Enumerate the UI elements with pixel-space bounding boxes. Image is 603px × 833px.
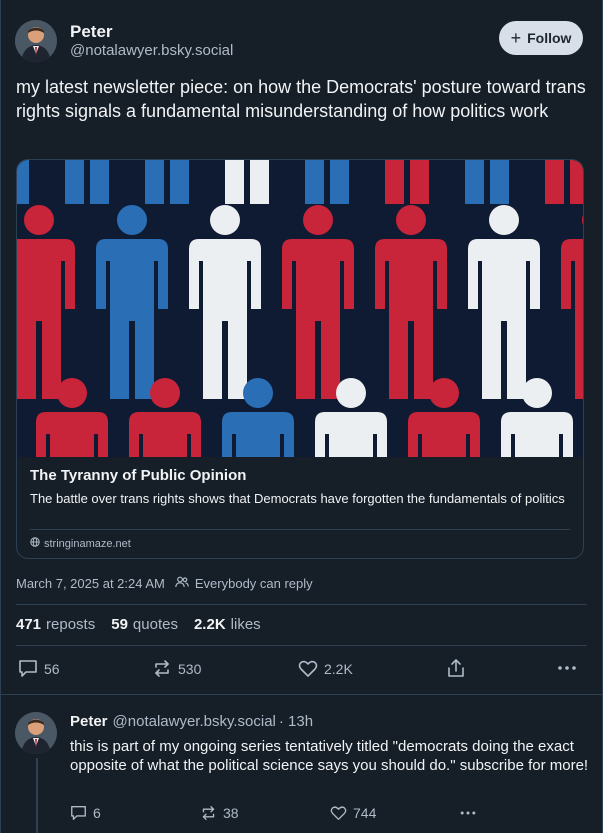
person-figure (96, 205, 168, 399)
like-count: 2.2K (324, 660, 353, 677)
reply-header: Peter @notalawyer.bsky.social · 13h (70, 713, 313, 730)
person-figure (385, 160, 429, 204)
person-figure (375, 205, 447, 399)
divider-top (16, 604, 587, 605)
divider-bottom (1, 694, 602, 695)
author-avatar[interactable] (15, 20, 57, 62)
reply-count: 56 (44, 660, 60, 677)
repost-button[interactable]: 530 (152, 659, 201, 678)
reply-reply-count: 6 (93, 805, 101, 821)
person-figure (145, 160, 189, 204)
plus-icon: + (510, 27, 522, 48)
like-button[interactable]: 2.2K (298, 659, 353, 678)
share-button[interactable] (447, 658, 465, 678)
reposts-stat[interactable]: 471 reposts (16, 616, 95, 633)
reply-repost-count: 38 (223, 805, 239, 821)
person-figure (17, 160, 29, 204)
more-icon (557, 662, 577, 674)
link-card-divider (30, 529, 570, 530)
share-icon (447, 658, 465, 678)
post-timestamp[interactable]: March 7, 2025 at 2:24 AM (16, 576, 165, 591)
quotes-label: quotes (132, 616, 178, 633)
link-card-domain: stringinamaze.net (30, 537, 131, 550)
divider-middle (16, 645, 587, 646)
reply-reply-button[interactable]: 6 (70, 805, 101, 821)
people-icon (175, 576, 189, 591)
reply-author-avatar[interactable] (15, 712, 57, 754)
post-text: my latest newsletter piece: on how the D… (16, 77, 586, 121)
follow-button[interactable]: + Follow (499, 21, 583, 55)
reply-button[interactable]: 56 (18, 659, 60, 678)
repost-icon (152, 659, 172, 678)
link-card-description: The battle over trans rights shows that … (30, 491, 565, 506)
thread-line (36, 758, 38, 833)
person-figure (561, 214, 583, 399)
reply-more-options-button[interactable] (459, 808, 477, 818)
post-thread: Peter @notalawyer.bsky.social + Follow m… (0, 0, 603, 833)
reply-author-handle[interactable]: @notalawyer.bsky.social (113, 713, 276, 730)
person-figure (305, 160, 349, 204)
person-figure (545, 160, 583, 204)
person-figure (282, 205, 354, 399)
repost-icon (200, 805, 217, 821)
repost-count: 530 (178, 660, 202, 677)
more-icon (459, 808, 477, 818)
likes-label: likes (230, 616, 261, 633)
author-handle[interactable]: @notalawyer.bsky.social (70, 42, 233, 59)
author-name[interactable]: Peter (70, 22, 113, 42)
reply-like-count: 744 (353, 805, 377, 821)
link-card[interactable]: The Tyranny of Public Opinion The battle… (16, 159, 584, 559)
reply-icon (18, 659, 38, 678)
quotes-count: 59 (111, 616, 128, 633)
heart-icon (330, 805, 347, 821)
more-options-button[interactable] (557, 662, 577, 674)
person-figure (65, 160, 109, 204)
quotes-stat[interactable]: 59 quotes (111, 616, 178, 633)
person-figure (189, 205, 261, 399)
person-figure (225, 160, 269, 204)
reposts-count: 471 (16, 616, 42, 633)
reply-time[interactable]: · 13h (279, 713, 313, 730)
heart-icon (298, 659, 318, 678)
link-card-image (17, 160, 583, 457)
person-figure (17, 205, 75, 399)
link-card-domain-text: stringinamaze.net (44, 537, 131, 550)
reply-repost-button[interactable]: 38 (200, 805, 239, 821)
likes-stat[interactable]: 2.2K likes (194, 616, 261, 633)
post-meta: March 7, 2025 at 2:24 AM Everybody can r… (16, 576, 313, 591)
reply-author-name[interactable]: Peter (70, 713, 108, 730)
follow-label: Follow (527, 30, 572, 46)
person-figure (468, 205, 540, 399)
person-figure (465, 160, 509, 204)
reply-like-button[interactable]: 744 (330, 805, 376, 821)
reply-icon (70, 805, 87, 821)
reposts-label: reposts (46, 616, 96, 633)
post-stats: 471 reposts 59 quotes 2.2K likes (16, 616, 261, 633)
reply-text: this is part of my ongoing series tentat… (70, 738, 589, 774)
globe-icon (30, 537, 40, 550)
link-card-title: The Tyranny of Public Opinion (30, 467, 247, 484)
likes-count: 2.2K (193, 616, 226, 633)
reply-setting[interactable]: Everybody can reply (195, 576, 313, 591)
